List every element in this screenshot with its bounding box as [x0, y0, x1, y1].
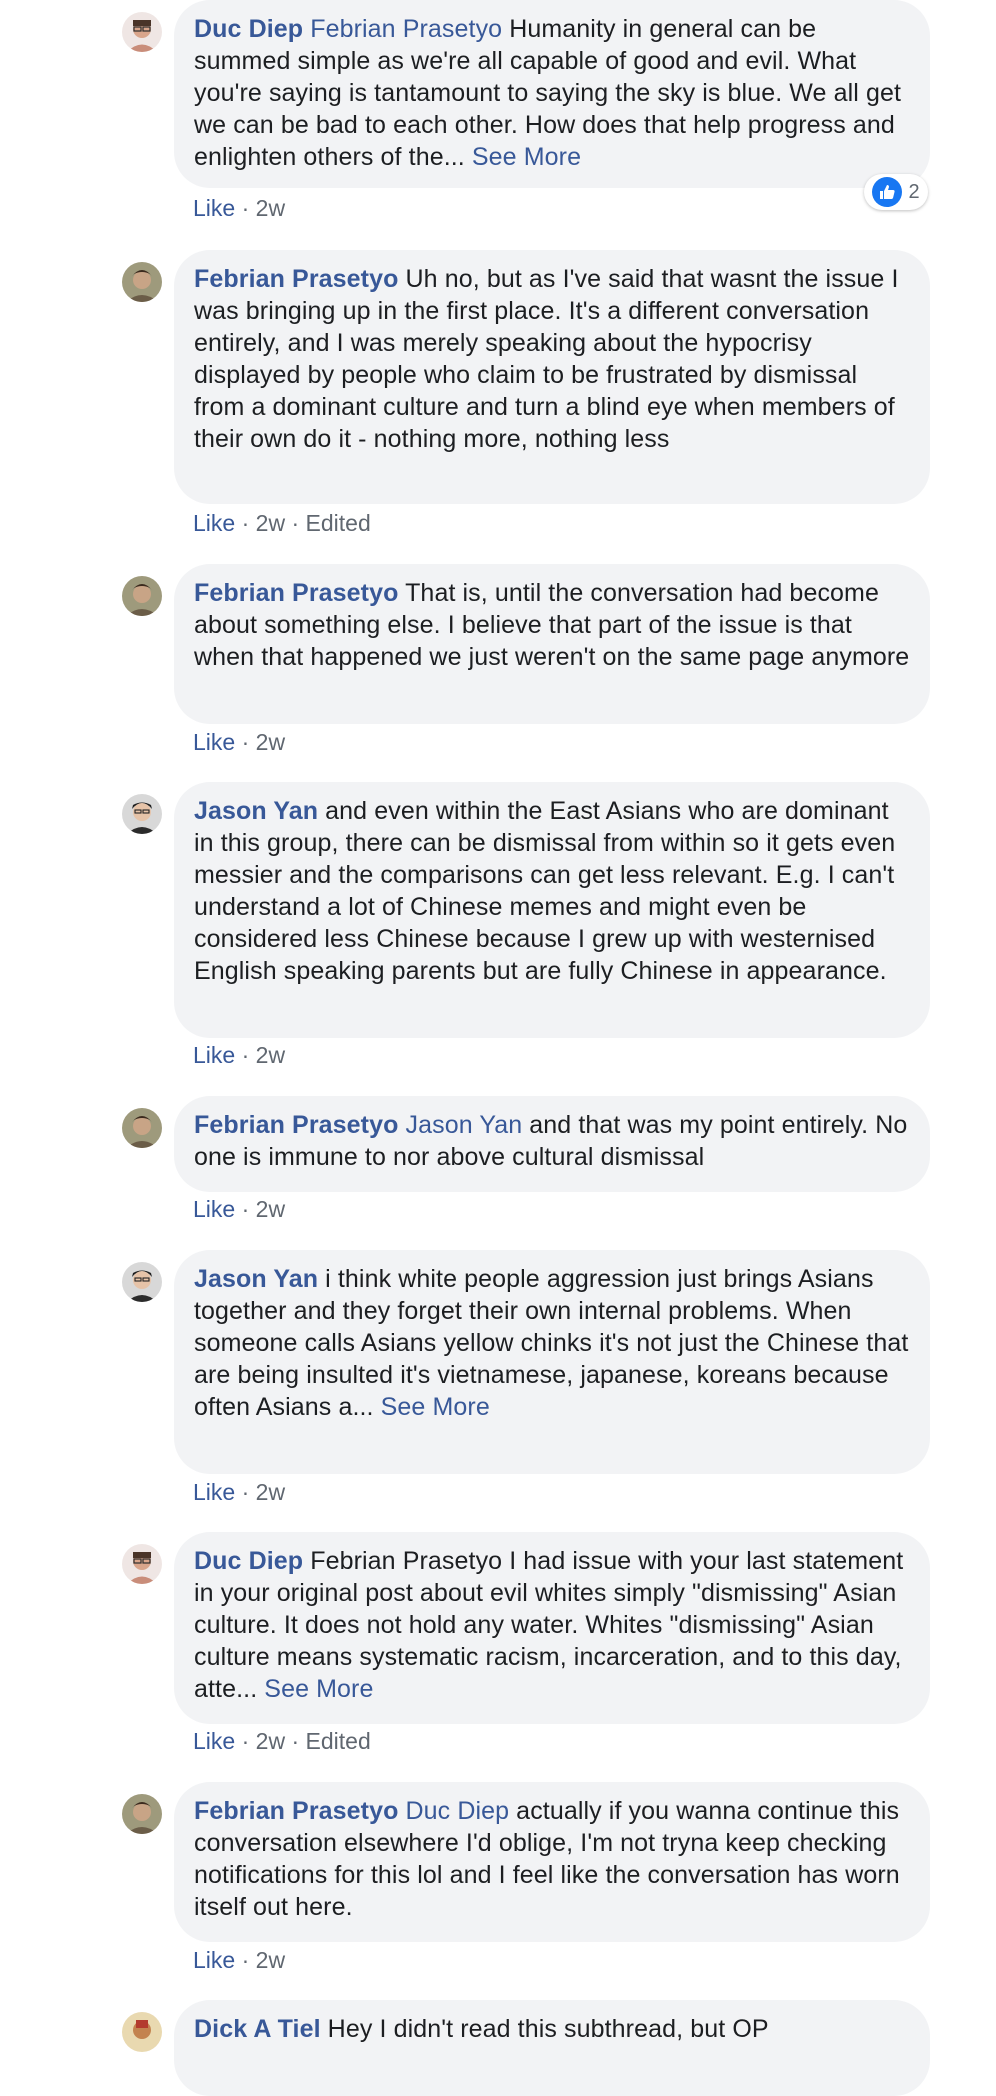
- like-link[interactable]: Like: [193, 1479, 235, 1505]
- comment-author[interactable]: Duc Diep: [194, 1547, 303, 1575]
- comment-mention[interactable]: Febrian Prasetyo: [310, 15, 502, 43]
- meta-separator: ·: [235, 1479, 256, 1505]
- meta-separator: ·: [235, 195, 256, 221]
- like-link[interactable]: Like: [193, 1196, 235, 1222]
- meta-separator: ·: [285, 510, 306, 536]
- see-more-link[interactable]: See More: [264, 1675, 373, 1703]
- comment-timestamp[interactable]: 2w: [256, 510, 285, 536]
- like-link[interactable]: Like: [193, 1042, 235, 1068]
- comment-timestamp[interactable]: 2w: [256, 1947, 285, 1973]
- comment-meta: Like · 2w: [193, 727, 285, 757]
- comment-timestamp[interactable]: 2w: [256, 729, 285, 755]
- comment-bubble: Duc Diep Febrian Prasetyo I had issue wi…: [174, 1532, 930, 1724]
- edited-label[interactable]: Edited: [306, 510, 371, 536]
- comment-bubble: Dick A Tiel Hey I didn't read this subth…: [174, 2000, 930, 2096]
- like-link[interactable]: Like: [193, 1947, 235, 1973]
- comment-bubble: Jason Yan and even within the East Asian…: [174, 782, 930, 1038]
- like-link[interactable]: Like: [193, 729, 235, 755]
- see-more-link[interactable]: See More: [472, 143, 581, 171]
- meta-separator: ·: [235, 729, 256, 755]
- comment-bubble: Febrian Prasetyo That is, until the conv…: [174, 564, 930, 724]
- comment-author[interactable]: Duc Diep: [194, 15, 303, 43]
- comment-text: Hey I didn't read this subthread, but OP: [320, 2015, 769, 2043]
- reaction-count-badge[interactable]: 2: [864, 174, 928, 210]
- comment-author[interactable]: Febrian Prasetyo: [194, 1797, 398, 1825]
- avatar-dick-a-tiel[interactable]: [122, 2012, 162, 2052]
- comment-author[interactable]: Dick A Tiel: [194, 2015, 321, 2043]
- avatar-duc-diep[interactable]: [122, 12, 162, 52]
- avatar-febrian-prasetyo[interactable]: [122, 1794, 162, 1834]
- meta-separator: ·: [235, 1042, 256, 1068]
- see-more-link[interactable]: See More: [381, 1393, 490, 1421]
- comment-mention[interactable]: Duc Diep: [406, 1797, 510, 1825]
- meta-separator: ·: [235, 1196, 256, 1222]
- comment-timestamp[interactable]: 2w: [256, 1479, 285, 1505]
- comment-meta: Like · 2w: [193, 1194, 285, 1224]
- comment-bubble: Febrian Prasetyo Jason Yan and that was …: [174, 1096, 930, 1192]
- meta-separator: ·: [235, 510, 256, 536]
- comment-bubble: Febrian Prasetyo Uh no, but as I've said…: [174, 250, 930, 504]
- comment-timestamp[interactable]: 2w: [256, 1042, 285, 1068]
- comment-author[interactable]: Febrian Prasetyo: [194, 579, 398, 607]
- like-link[interactable]: Like: [193, 195, 235, 221]
- comment-author[interactable]: Febrian Prasetyo: [194, 265, 398, 293]
- meta-separator: ·: [285, 1728, 306, 1754]
- edited-label[interactable]: Edited: [306, 1728, 371, 1754]
- avatar-febrian-prasetyo[interactable]: [122, 1108, 162, 1148]
- avatar-jason-yan[interactable]: [122, 1262, 162, 1302]
- reaction-count: 2: [908, 180, 920, 203]
- comment-meta: Like · 2w: [193, 1945, 285, 1975]
- like-reaction-icon: [872, 177, 903, 207]
- comment-mention[interactable]: Jason Yan: [406, 1111, 523, 1139]
- comment-author[interactable]: Jason Yan: [194, 1265, 318, 1293]
- like-link[interactable]: Like: [193, 510, 235, 536]
- comment-timestamp[interactable]: 2w: [256, 195, 285, 221]
- comment-bubble: Febrian Prasetyo Duc Diep actually if yo…: [174, 1782, 930, 1942]
- comment-text: Uh no, but as I've said that wasnt the i…: [194, 265, 899, 453]
- like-link[interactable]: Like: [193, 1728, 235, 1754]
- comment-meta: Like · 2w · Edited: [193, 508, 371, 538]
- avatar-duc-diep[interactable]: [122, 1544, 162, 1584]
- comment-bubble: Jason Yan i think white people aggressio…: [174, 1250, 930, 1474]
- comment-meta: Like · 2w · Edited: [193, 1726, 371, 1756]
- comment-meta: Like · 2w: [193, 1040, 285, 1070]
- avatar-febrian-prasetyo[interactable]: [122, 576, 162, 616]
- comment-author[interactable]: Jason Yan: [194, 797, 318, 825]
- comment-timestamp[interactable]: 2w: [256, 1196, 285, 1222]
- comment-text: and even within the East Asians who are …: [194, 797, 896, 985]
- comment-timestamp[interactable]: 2w: [256, 1728, 285, 1754]
- comment-bubble: Duc Diep Febrian Prasetyo Humanity in ge…: [174, 0, 930, 188]
- avatar-febrian-prasetyo[interactable]: [122, 262, 162, 302]
- meta-separator: ·: [235, 1728, 256, 1754]
- meta-separator: ·: [235, 1947, 256, 1973]
- comment-author[interactable]: Febrian Prasetyo: [194, 1111, 398, 1139]
- comment-meta: Like · 2w: [193, 1477, 285, 1507]
- avatar-jason-yan[interactable]: [122, 794, 162, 834]
- comment-meta: Like · 2w: [193, 193, 285, 223]
